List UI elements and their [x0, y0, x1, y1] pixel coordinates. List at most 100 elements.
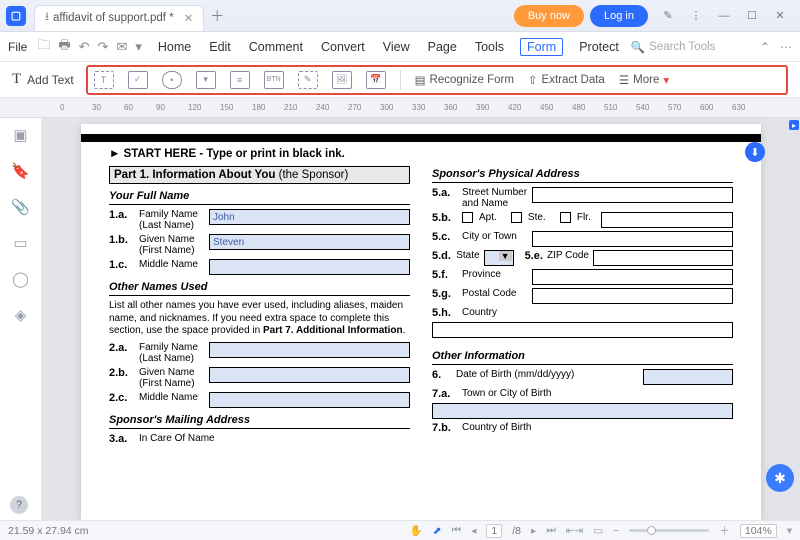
- ruler: 0306090120150180210240270300330360390420…: [0, 98, 800, 118]
- given-name-input[interactable]: [209, 234, 410, 250]
- drop-icon[interactable]: ▾: [135, 39, 142, 55]
- radio-tool[interactable]: •: [162, 71, 182, 89]
- search-panel-icon[interactable]: ◯: [12, 270, 29, 288]
- form-tools-group: T ✓ • ▾ ≡ BTN ✎ 🖼 📅 ▤Recognize Form ⇧Ext…: [86, 65, 788, 95]
- family-name-input[interactable]: [209, 209, 410, 225]
- menubar-overflow-icon[interactable]: ⋯: [780, 40, 792, 54]
- menu-tools[interactable]: Tools: [473, 38, 506, 56]
- undo-icon[interactable]: ↶: [79, 39, 90, 55]
- list-tool[interactable]: ≡: [230, 71, 250, 89]
- form-toolbar: T Add Text T ✓ • ▾ ≡ BTN ✎ 🖼 📅 ▤Recogniz…: [0, 62, 800, 98]
- unit-input[interactable]: [601, 212, 733, 228]
- zoom-slider[interactable]: [629, 529, 709, 532]
- extract-icon: ⇧: [528, 73, 538, 87]
- buy-now-button[interactable]: Buy now: [514, 5, 584, 27]
- attachments-icon[interactable]: 📎: [11, 198, 30, 216]
- apt-checkbox[interactable]: [462, 212, 473, 223]
- other-middle-name-input[interactable]: [209, 392, 410, 408]
- zoom-value[interactable]: 104%: [740, 524, 777, 538]
- search-tools[interactable]: 🔍 Search Tools: [631, 40, 716, 54]
- zoom-in-icon[interactable]: ＋: [719, 523, 730, 538]
- add-text-button[interactable]: T Add Text: [6, 71, 80, 88]
- zoom-out-icon[interactable]: −: [613, 525, 619, 537]
- date-tool[interactable]: 📅: [366, 71, 386, 89]
- province-input[interactable]: [532, 269, 733, 285]
- login-button[interactable]: Log in: [590, 5, 648, 27]
- page-total: /8: [512, 525, 521, 537]
- left-sidebar: ▣ 🔖 📎 ▭ ◯ ◈: [0, 118, 42, 520]
- postal-input[interactable]: [532, 288, 733, 304]
- print-icon[interactable]: 🖶: [58, 36, 70, 58]
- signature-tool[interactable]: ✎: [298, 71, 318, 89]
- your-full-name-heading: Your Full Name: [109, 188, 410, 205]
- new-tab-button[interactable]: ＋: [210, 6, 224, 26]
- next-next-icon[interactable]: ⏭: [546, 524, 555, 537]
- thumbnails-icon[interactable]: ▣: [13, 126, 27, 144]
- image-tool[interactable]: 🖼: [332, 71, 352, 89]
- maximize-icon[interactable]: ☐: [738, 5, 766, 27]
- menu-comment[interactable]: Comment: [247, 38, 305, 56]
- menu-file[interactable]: File: [8, 40, 27, 54]
- country-input[interactable]: [432, 322, 733, 338]
- feedback-icon[interactable]: ✎: [654, 5, 682, 27]
- prev-prev-icon[interactable]: ⏮: [452, 524, 461, 537]
- combo-tool[interactable]: ▾: [196, 71, 216, 89]
- page-number-input[interactable]: 1: [486, 524, 502, 538]
- kebab-icon[interactable]: ⋮: [682, 5, 710, 27]
- layers-icon[interactable]: ◈: [15, 306, 27, 324]
- pages-icon[interactable]: ▭: [13, 234, 27, 252]
- state-select[interactable]: ▼: [484, 250, 514, 266]
- extract-data-button[interactable]: ⇧Extract Data: [528, 73, 605, 87]
- street-input[interactable]: [532, 187, 733, 203]
- mail-icon[interactable]: ✉: [116, 39, 127, 55]
- other-given-name-input[interactable]: [209, 367, 410, 383]
- menu-view[interactable]: View: [381, 38, 412, 56]
- button-tool[interactable]: BTN: [264, 71, 284, 89]
- fit-page-icon[interactable]: ▭: [593, 525, 603, 537]
- menu-page[interactable]: Page: [426, 38, 459, 56]
- tab-title: affidavit of support.pdf *: [53, 12, 174, 24]
- start-here: ► START HERE - Type or print in black in…: [109, 148, 733, 160]
- redo-icon[interactable]: ↷: [98, 39, 109, 55]
- help-button[interactable]: ?: [10, 496, 28, 514]
- bookmarks-icon[interactable]: 🔖: [11, 162, 30, 180]
- minimize-icon[interactable]: —: [710, 5, 738, 27]
- scroll-badge[interactable]: ⬇: [745, 142, 765, 162]
- menu-edit[interactable]: Edit: [207, 38, 233, 56]
- city-input[interactable]: [532, 231, 733, 247]
- open-icon[interactable]: 🗀: [37, 36, 50, 58]
- document-tab[interactable]: ⭳ affidavit of support.pdf * ✕: [34, 5, 204, 31]
- page-canvas[interactable]: ⬇ ► START HERE - Type or print in black …: [42, 118, 800, 520]
- quick-actions: 🗀 🖶 ↶ ↷ ✉ ▾: [37, 36, 142, 58]
- next-page-icon[interactable]: ▸: [531, 525, 536, 537]
- more-button[interactable]: ☰More▾: [619, 73, 669, 87]
- menu-form[interactable]: Form: [520, 38, 563, 56]
- menu-home[interactable]: Home: [156, 38, 193, 56]
- select-tool-icon[interactable]: ⬈: [433, 525, 442, 537]
- zip-input[interactable]: [593, 250, 733, 266]
- hand-tool-icon[interactable]: ✋: [410, 524, 423, 537]
- menu-convert[interactable]: Convert: [319, 38, 367, 56]
- page-dimensions: 21.59 x 27.94 cm: [8, 525, 89, 537]
- dob-input[interactable]: [643, 369, 733, 385]
- menu-protect[interactable]: Protect: [577, 38, 621, 56]
- middle-name-input[interactable]: [209, 259, 410, 275]
- zoom-drop-icon[interactable]: ▾: [787, 525, 792, 537]
- search-icon: 🔍: [631, 40, 645, 54]
- close-tab-icon[interactable]: ✕: [184, 11, 194, 25]
- right-collapse[interactable]: ▸: [788, 118, 800, 520]
- other-family-name-input[interactable]: [209, 342, 410, 358]
- recognize-form-button[interactable]: ▤Recognize Form: [415, 73, 514, 87]
- birth-city-input[interactable]: [432, 403, 733, 419]
- ste-checkbox[interactable]: [511, 212, 522, 223]
- menubar-up-icon[interactable]: ⌃: [760, 40, 770, 54]
- flr-checkbox[interactable]: [560, 212, 571, 223]
- fit-width-icon[interactable]: ⇤⇥: [566, 525, 584, 537]
- checkbox-tool[interactable]: ✓: [128, 71, 148, 89]
- assistant-button[interactable]: ✱: [766, 464, 794, 492]
- prev-page-icon[interactable]: ◂: [471, 525, 476, 537]
- close-window-icon[interactable]: ✕: [766, 5, 794, 27]
- separator: [400, 70, 401, 90]
- pdf-page: ⬇ ► START HERE - Type or print in black …: [81, 124, 761, 520]
- text-field-tool[interactable]: T: [94, 71, 114, 89]
